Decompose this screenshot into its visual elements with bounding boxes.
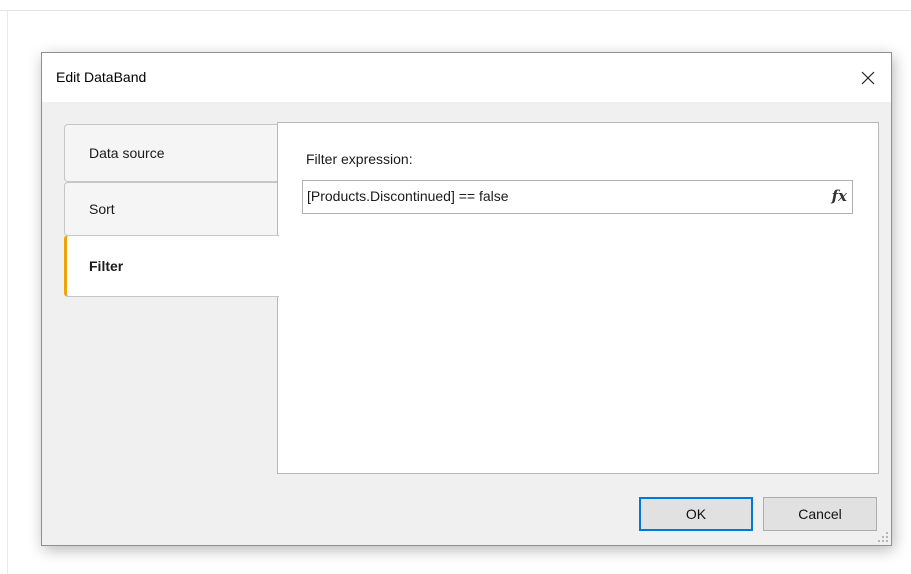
- cancel-button-label: Cancel: [798, 506, 842, 522]
- page-left-line: [7, 10, 8, 574]
- filter-expression-input[interactable]: [Products.Discontinued] == false fx: [302, 180, 853, 214]
- tab-label: Sort: [89, 201, 115, 217]
- tab-sort[interactable]: Sort: [64, 182, 278, 236]
- resize-grip-icon[interactable]: [878, 532, 888, 542]
- dialog-client-area: Data source Sort Filter Filter expressio…: [42, 102, 891, 545]
- close-icon: [861, 71, 875, 84]
- tab-filter[interactable]: Filter: [64, 235, 279, 297]
- tab-label: Data source: [89, 145, 165, 161]
- close-button[interactable]: [845, 53, 891, 102]
- page-top-line: [0, 10, 911, 11]
- edit-databand-dialog: Edit DataBand Data source Sort Filter Fi…: [41, 52, 892, 546]
- filter-expression-value: [Products.Discontinued] == false: [307, 188, 509, 204]
- ok-button-label: OK: [685, 506, 707, 522]
- tab-data-source[interactable]: Data source: [64, 124, 278, 182]
- filter-panel: Filter expression: [Products.Discontinue…: [277, 122, 879, 474]
- dialog-titlebar: Edit DataBand: [42, 53, 891, 102]
- tab-label: Filter: [89, 258, 124, 274]
- ok-button[interactable]: OK: [639, 497, 753, 531]
- dialog-title: Edit DataBand: [56, 69, 147, 85]
- filter-expression-label: Filter expression:: [306, 151, 413, 167]
- cancel-button[interactable]: Cancel: [763, 497, 877, 531]
- fx-icon[interactable]: fx: [832, 187, 847, 205]
